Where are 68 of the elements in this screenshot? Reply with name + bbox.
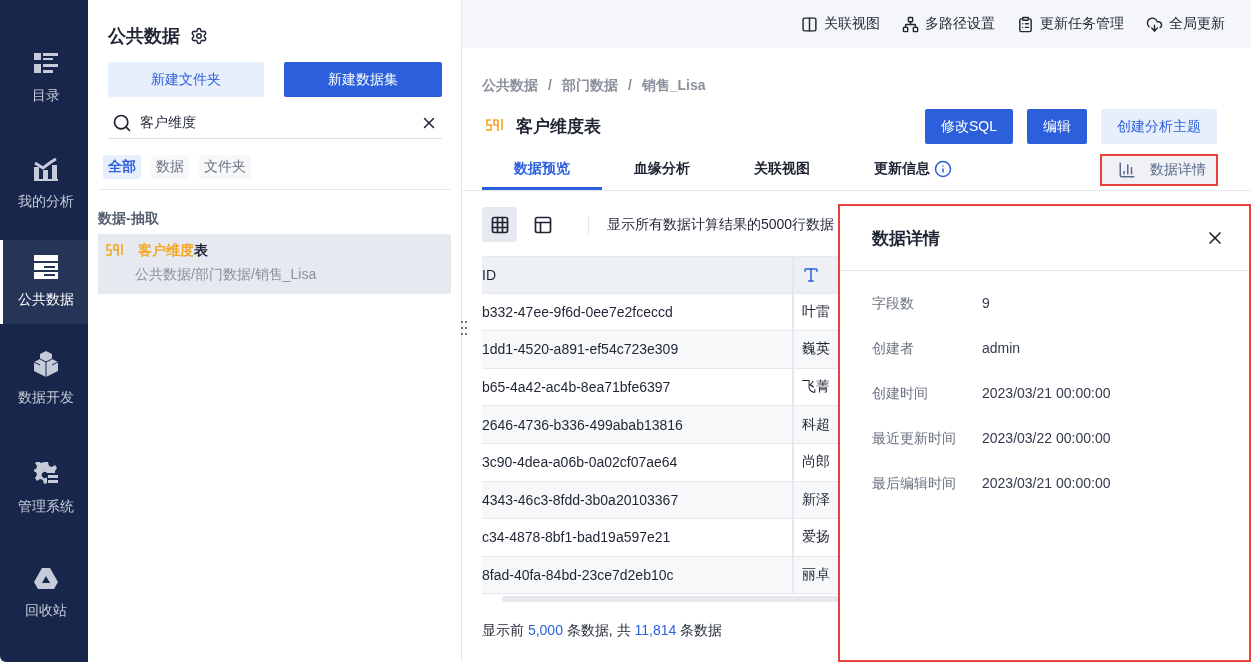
toolbar-button[interactable]: 多路径设置 [902,15,995,33]
drawer-title: 数据详情 [872,227,940,250]
nav-item[interactable]: 数据开发 [0,324,88,434]
database-icon [33,255,58,279]
toolbar-button[interactable]: 全局更新 [1146,15,1225,33]
table-cell-text: 1dd1-4520-a891-ef54c723e309 [482,340,680,360]
table-cell-text: 4343-46c3-8fdd-3b0a20103367 [482,490,680,510]
nav-item[interactable]: 我的分析 [0,128,88,240]
action-button[interactable]: 修改SQL [925,109,1013,144]
field-value: 2023/03/21 00:00:00 [982,475,1112,493]
cube-icon [33,351,58,377]
link-view-icon [801,15,818,33]
tab[interactable]: 更新信息 [842,150,984,190]
cloud-icon [1146,15,1163,33]
nav-item[interactable]: 回收站 [0,544,88,644]
group-heading: 数据-抽取 [98,209,160,228]
network-icon [902,15,919,33]
search-field[interactable]: 客户维度 [138,113,414,132]
filter-tab[interactable]: 文件夹 [199,155,251,179]
column-header: ID [482,265,497,285]
toolbar-button[interactable]: 更新任务管理 [1017,15,1124,33]
view-toggle[interactable] [482,207,517,242]
grid-icon [489,214,510,235]
resize-handle[interactable] [461,320,467,336]
dataset-title: 客户维度表 [516,116,602,138]
bar-chart-icon [33,157,58,181]
layout-icon [532,214,553,235]
triangle-icon [33,568,58,590]
table-cell-text: c34-4878-8bf1-bad19a597e21 [482,528,672,548]
tab[interactable]: 血缘分析 [602,150,722,190]
row-count-text: 显示前 5,000 条数据, 共 11,814 条数据 [482,622,724,641]
tab[interactable]: 关联视图 [722,150,842,190]
search-icon [112,112,132,133]
result-name: 客户维度表 [138,242,208,260]
table-cell-text: 2646-4736-b336-499abab13816 [482,415,684,435]
preview-note: 显示所有数据计算结果的5000行数据 [588,215,835,234]
nav-item[interactable]: 目录 [0,30,88,128]
chart-icon [1118,161,1136,179]
table-cell-text: b65-4a42-ac4b-8ea71bfe6397 [482,378,672,398]
info-icon [934,159,952,178]
toolbar-button[interactable]: 关联视图 [801,15,880,33]
field-value: admin [982,340,1022,358]
result-item[interactable]: 客户维度表 公共数据/部门数据/销售_Lisa [98,234,451,294]
gear-icon [33,462,58,486]
field-value: 2023/03/21 00:00:00 [982,385,1112,403]
settings-icon[interactable] [190,27,208,45]
table-cell-text: b332-47ee-9f6d-0ee7e2fceccd [482,302,674,322]
clipboard-icon [1017,15,1034,33]
table-cell-text: 3c90-4dea-a06b-0a02cf07ae64 [482,453,679,473]
action-button[interactable]: 编辑 [1027,109,1087,144]
filter-tab[interactable]: 全部 [103,155,141,179]
panel-title: 公共数据 [108,25,180,48]
breadcrumb-separator: / [548,77,552,95]
table-cell-text: 8fad-40fa-84bd-23ce7d2eb10c [482,566,675,586]
nav-item[interactable]: 公共数据 [0,240,88,324]
details-button[interactable]: 数据详情 [1100,154,1218,186]
text-type-icon [802,265,820,284]
breadcrumb-separator: / [627,77,632,95]
new-dataset-button[interactable]: 新建数据集 [284,62,442,97]
new-folder-button[interactable]: 新建文件夹 [108,62,264,97]
list-icon [33,53,58,75]
field-value: 9 [982,295,991,313]
result-path: 公共数据/部门数据/销售_Lisa [134,266,318,284]
action-button[interactable]: 创建分析主题 [1101,109,1217,144]
field-value: 2023/03/22 00:00:00 [982,430,1112,448]
tab[interactable]: 数据预览 [482,150,602,190]
filter-tab[interactable]: 数据 [151,155,189,179]
nav-item[interactable]: 管理系统 [0,434,88,544]
